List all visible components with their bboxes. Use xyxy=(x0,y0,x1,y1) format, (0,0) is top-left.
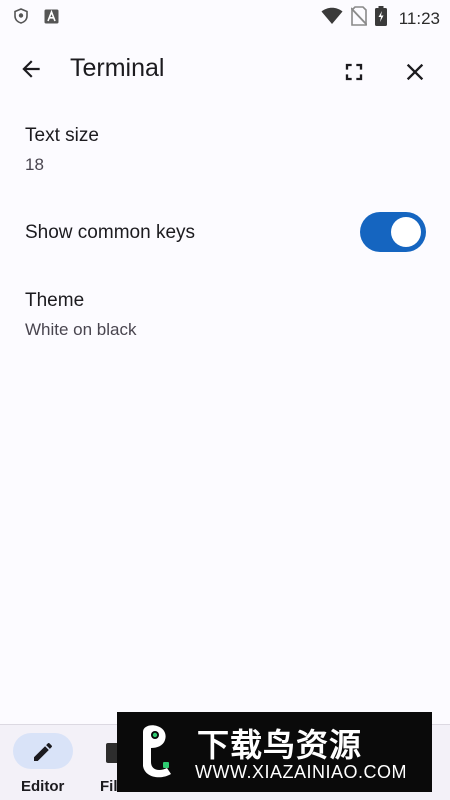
a-badge-icon xyxy=(44,9,59,29)
show-common-keys-title: Show common keys xyxy=(25,222,196,243)
battery-charging-icon xyxy=(374,6,387,31)
fullscreen-button[interactable] xyxy=(340,58,368,86)
nav-item-editor[interactable]: Editor xyxy=(0,725,88,800)
status-right-icons: 11:23 xyxy=(321,6,440,31)
watermark-banner: 下载鸟资源 WWW.XIAZAINIAO.COM xyxy=(117,712,432,792)
theme-setting[interactable]: Theme White on black xyxy=(25,290,425,346)
nav-active-indicator xyxy=(13,733,73,769)
status-time: 11:23 xyxy=(398,8,440,28)
nav-label-editor: Editor xyxy=(21,778,65,795)
pencil-icon xyxy=(34,742,52,761)
bird-logo-icon xyxy=(143,725,171,778)
terminal-settings-screen: 11:23 Terminal Text size 18 Show common … xyxy=(0,0,450,800)
close-icon xyxy=(406,63,424,81)
text-size-title: Text size xyxy=(25,125,99,146)
theme-title: Theme xyxy=(25,290,85,311)
close-button[interactable] xyxy=(401,58,429,86)
top-app-bar: Terminal xyxy=(0,36,450,104)
text-size-setting[interactable]: Text size 18 xyxy=(25,125,425,181)
shield-icon xyxy=(14,8,28,29)
theme-value: White on black xyxy=(25,320,137,339)
page-title: Terminal xyxy=(70,54,165,82)
watermark-chinese-text: 下载鸟资源 xyxy=(197,726,363,764)
wifi-icon xyxy=(321,7,343,30)
text-size-value: 18 xyxy=(25,155,44,174)
no-sim-icon xyxy=(350,6,368,31)
watermark-url: WWW.XIAZAINIAO.COM xyxy=(195,762,407,782)
arrow-left-icon xyxy=(22,60,40,78)
status-bar: 11:23 xyxy=(0,0,450,34)
show-common-keys-toggle[interactable] xyxy=(360,212,426,252)
status-left-icons xyxy=(14,8,59,29)
nav-label-files: Fil xyxy=(100,778,118,795)
fullscreen-icon xyxy=(345,63,363,81)
back-button[interactable] xyxy=(18,56,52,86)
toggle-thumb xyxy=(391,217,421,247)
